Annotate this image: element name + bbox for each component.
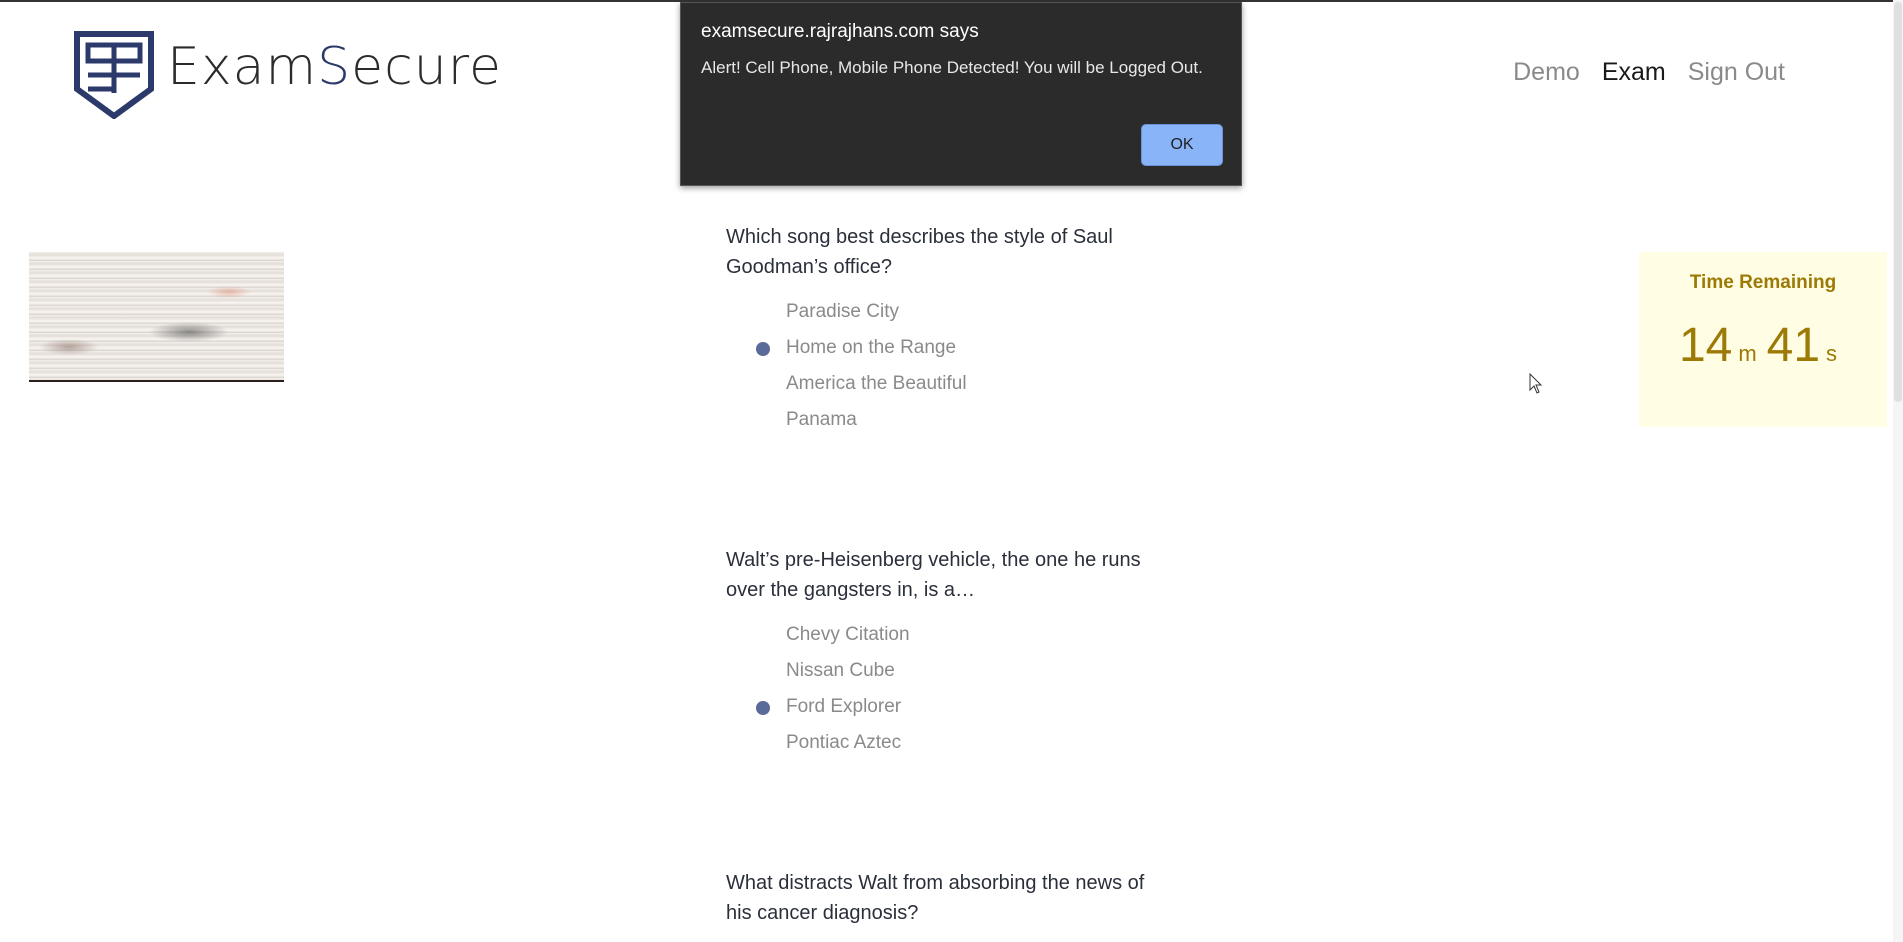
mouse-cursor-icon <box>1529 373 1543 394</box>
brand-name: ExamSecure <box>167 37 502 97</box>
brand-letter: S <box>317 37 352 97</box>
scrollbar-thumb[interactable] <box>1894 2 1902 402</box>
radio-button[interactable] <box>756 737 770 751</box>
timer-seconds: 41 <box>1766 319 1821 372</box>
question-1: Which song best describes the style of S… <box>726 222 1166 438</box>
nav-exam[interactable]: Exam <box>1602 58 1666 87</box>
brand-suffix: ecure <box>351 37 502 97</box>
answer-option[interactable]: Home on the Range <box>726 330 1166 366</box>
answer-option[interactable]: Panama <box>726 402 1166 438</box>
dialog-title: examsecure.rajrajhans.com says <box>701 21 979 42</box>
option-label: Chevy Citation <box>786 624 910 645</box>
answer-option[interactable]: Pontiac Aztec <box>726 725 1166 761</box>
radio-button[interactable] <box>756 629 770 643</box>
option-label: Pontiac Aztec <box>786 732 902 753</box>
shield-es-logo-icon <box>74 31 154 119</box>
top-nav: Demo Exam Sign Out <box>1513 58 1785 87</box>
radio-button-selected[interactable] <box>756 342 770 356</box>
timer-panel: Time Remaining 14 m 41 s <box>1639 252 1887 427</box>
page-scrollbar[interactable] <box>1893 0 1903 942</box>
timer-value: 14 m 41 s <box>1639 318 1887 373</box>
radio-button-selected[interactable] <box>756 701 770 715</box>
option-label: Home on the Range <box>786 337 957 358</box>
answer-option[interactable]: Chevy Citation <box>726 617 1166 653</box>
option-label: Ford Explorer <box>786 696 902 717</box>
question-2: Walt’s pre-Heisenberg vehicle, the one h… <box>726 545 1166 761</box>
option-label: Nissan Cube <box>786 660 895 681</box>
radio-button[interactable] <box>756 414 770 428</box>
timer-minutes-unit: m <box>1738 341 1757 366</box>
option-label: America the Beautiful <box>786 373 967 394</box>
answer-option[interactable]: Ford Explorer <box>726 689 1166 725</box>
alert-dialog: examsecure.rajrajhans.com says Alert! Ce… <box>680 2 1242 186</box>
question-text: Which song best describes the style of S… <box>726 226 1113 278</box>
question-text: Walt’s pre-Heisenberg vehicle, the one h… <box>726 549 1141 601</box>
radio-button[interactable] <box>756 665 770 679</box>
nav-demo[interactable]: Demo <box>1513 58 1580 87</box>
answer-option[interactable]: America the Beautiful <box>726 366 1166 402</box>
timer-label: Time Remaining <box>1689 272 1837 293</box>
radio-button[interactable] <box>756 306 770 320</box>
dialog-message: Alert! Cell Phone, Mobile Phone Detected… <box>701 58 1203 77</box>
option-label: Paradise City <box>786 301 899 322</box>
answer-option[interactable]: Paradise City <box>726 294 1166 330</box>
question-text: What distracts Walt from absorbing the n… <box>726 872 1145 924</box>
radio-button[interactable] <box>756 378 770 392</box>
question-3: What distracts Walt from absorbing the n… <box>726 868 1166 940</box>
brand-prefix: Exam <box>167 37 318 97</box>
nav-sign-out[interactable]: Sign Out <box>1688 58 1785 87</box>
timer-seconds-unit: s <box>1826 341 1838 366</box>
webcam-preview <box>29 252 284 382</box>
option-label: Panama <box>786 409 857 430</box>
answer-option[interactable]: Nissan Cube <box>726 653 1166 689</box>
timer-minutes: 14 <box>1678 319 1733 372</box>
ok-button[interactable]: OK <box>1141 124 1223 166</box>
